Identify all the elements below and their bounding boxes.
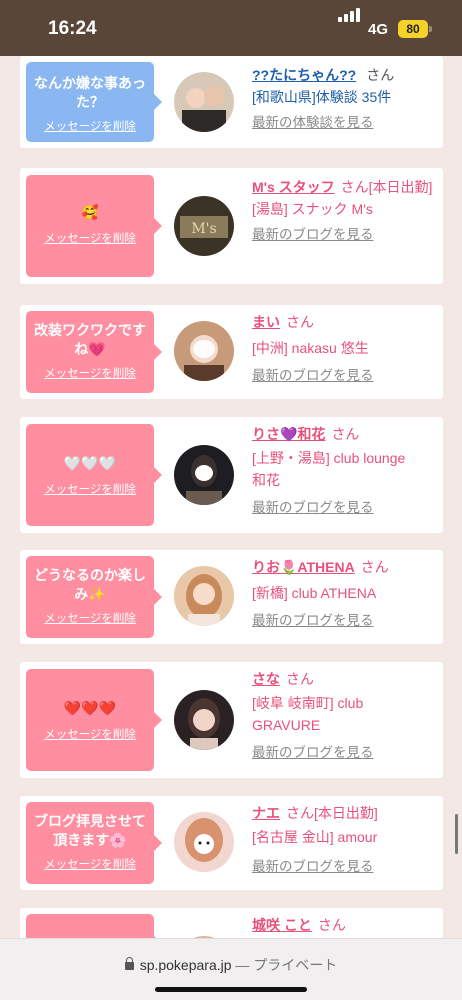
sender-honorific: さん[本日出勤] [286, 805, 378, 821]
network-type: 4G [368, 21, 389, 38]
sender-honorific: さん [331, 426, 360, 442]
browser-address-bar[interactable]: sp.pokepara.jp — プライベート [0, 938, 462, 1000]
delete-message-link[interactable]: メッセージを削除 [26, 118, 154, 134]
sender-name-link[interactable]: ??たにちゃん?? [252, 67, 356, 83]
message-bubble: 改装ワクワクですね💗 メッセージを削除 [26, 311, 162, 393]
message-bubble [26, 914, 162, 938]
latest-post-link[interactable]: 最新のブログを見る [252, 610, 440, 632]
avatar[interactable] [174, 690, 234, 750]
sender-honorific: さん [286, 314, 314, 330]
sender-name-link[interactable]: 城咲 こと [252, 917, 312, 933]
message-bubble: どうなるのか楽しみ✨ メッセージを削除 [26, 556, 162, 638]
latest-post-link[interactable]: 最新のブログを見る [252, 497, 440, 519]
message-text: 改装ワクワクですね💗 [34, 322, 146, 357]
sender-info: りさ💜和花 さん [上野・湯島] club lounge 和花 最新のブログを見る [252, 423, 440, 519]
delete-message-link[interactable]: メッセージを削除 [26, 230, 154, 246]
home-indicator[interactable] [155, 987, 307, 992]
message-bubble: ❤️❤️❤️ メッセージを削除 [26, 669, 162, 771]
latest-post-link[interactable]: 最新の体験談を見る [252, 112, 440, 134]
message-card: なんか嫌な事あった？ メッセージを削除 ??たにちゃん?? さん [和歌山県]体験… [20, 56, 443, 148]
battery-icon: 80 [398, 20, 428, 38]
avatar[interactable] [174, 321, 234, 381]
sender-detail: [和歌山県]体験談 35件 [252, 89, 392, 105]
status-bar: 16:24 4G 80 [0, 0, 462, 56]
sender-info: さな さん [岐阜 岐南町] club GRAVURE 最新のブログを見る [252, 668, 440, 764]
message-card: 城咲 こと さん [20, 908, 443, 938]
lock-icon [124, 957, 134, 970]
sender-name-link[interactable]: ナエ [252, 805, 280, 821]
delete-message-link[interactable]: メッセージを削除 [26, 481, 154, 497]
message-bubble: なんか嫌な事あった？ メッセージを削除 [26, 62, 162, 142]
latest-post-link[interactable]: 最新のブログを見る [252, 224, 440, 246]
message-bubble: ブログ拝見させて頂きます🌸 メッセージを削除 [26, 802, 162, 884]
sender-honorific: さん [317, 917, 346, 933]
url-row[interactable]: sp.pokepara.jp — プライベート [0, 955, 462, 975]
sender-name-link[interactable]: りお🌷ATHENA [252, 559, 355, 575]
message-text: どうなるのか楽しみ✨ [34, 567, 146, 602]
sender-name-link[interactable]: さな [252, 671, 280, 687]
message-feed[interactable]: なんか嫌な事あった？ メッセージを削除 ??たにちゃん?? さん [和歌山県]体験… [0, 56, 462, 938]
delete-message-link[interactable]: メッセージを削除 [26, 726, 154, 742]
private-mode-label: プライベート [253, 957, 338, 973]
sender-name-link[interactable]: M's スタッフ [252, 179, 335, 195]
sender-detail: [新橋] club ATHENA [252, 585, 377, 601]
scroll-indicator[interactable] [455, 814, 458, 854]
delete-message-link[interactable]: メッセージを削除 [26, 856, 154, 872]
sender-info: 城咲 こと さん [252, 914, 440, 936]
message-card: 🤍🤍🤍 メッセージを削除 りさ💜和花 さん [上野・湯島] club lounge… [20, 417, 443, 533]
sender-detail: [名古屋 金山] amour [252, 829, 378, 845]
message-card: 🥰 メッセージを削除 M's M's スタッフ さん[本日出勤] [湯島] スナッ… [20, 168, 443, 284]
sender-info: りお🌷ATHENA さん [新橋] club ATHENA 最新のブログを見る [252, 556, 440, 632]
message-text: ❤️❤️❤️ [63, 700, 117, 716]
battery-tip [429, 26, 432, 32]
sender-info: まい さん [中洲] nakasu 悠生 最新のブログを見る [252, 311, 440, 387]
sender-honorific: さん[本日出勤] [340, 179, 433, 195]
sender-info: ナエ さん[本日出勤] [名古屋 金山] amour 最新のブログを見る [252, 802, 440, 878]
sender-detail: [中洲] nakasu 悠生 [252, 340, 369, 356]
message-bubble: 🤍🤍🤍 メッセージを削除 [26, 424, 162, 526]
sender-detail-continued: 和花 [252, 472, 280, 488]
message-text: 🥰 [81, 204, 99, 220]
message-card: 改装ワクワクですね💗 メッセージを削除 まい さん [中洲] nakasu 悠生 … [20, 305, 443, 399]
message-text: ブログ拝見させて頂きます🌸 [34, 813, 146, 848]
latest-post-link[interactable]: 最新のブログを見る [252, 365, 440, 387]
sender-honorific: さん [360, 559, 389, 575]
clock: 16:24 [48, 18, 97, 39]
url-text: sp.pokepara.jp [139, 957, 232, 973]
message-card: ❤️❤️❤️ メッセージを削除 さな さん [岐阜 岐南町] club GRAVU… [20, 662, 443, 778]
latest-post-link[interactable]: 最新のブログを見る [252, 742, 440, 764]
avatar[interactable] [174, 812, 234, 872]
avatar[interactable] [174, 72, 234, 132]
avatar[interactable]: M's [174, 196, 234, 256]
url-separator: — [231, 957, 254, 973]
sender-info: ??たにちゃん?? さん [和歌山県]体験談 35件 最新の体験談を見る [252, 64, 440, 134]
message-text: 🤍🤍🤍 [63, 455, 117, 471]
latest-post-link[interactable]: 最新のブログを見る [252, 856, 440, 878]
sender-name-link[interactable]: まい [252, 314, 280, 330]
message-bubble: 🥰 メッセージを削除 [26, 175, 162, 277]
avatar[interactable] [174, 566, 234, 626]
sender-name-link[interactable]: りさ💜和花 [252, 426, 325, 442]
avatar[interactable] [174, 445, 234, 505]
sender-info: M's スタッフ さん[本日出勤] [湯島] スナック M's 最新のブログを見る [252, 176, 440, 246]
message-card: ブログ拝見させて頂きます🌸 メッセージを削除 ナエ さん[本日出勤] [名古屋 金… [20, 796, 443, 890]
sender-detail: [岐阜 岐南町] club [252, 695, 364, 711]
message-card: どうなるのか楽しみ✨ メッセージを削除 りお🌷ATHENA さん [新橋] clu… [20, 550, 443, 644]
message-text: なんか嫌な事あった？ [34, 75, 146, 110]
sender-detail: [湯島] スナック M's [252, 201, 373, 217]
svg-text:M's: M's [191, 221, 216, 237]
delete-message-link[interactable]: メッセージを削除 [26, 365, 154, 381]
sender-honorific: さん [286, 671, 314, 687]
delete-message-link[interactable]: メッセージを削除 [26, 610, 154, 626]
sender-honorific: さん [366, 67, 395, 83]
sender-detail-continued: GRAVURE [252, 717, 321, 733]
sender-detail: [上野・湯島] club lounge [252, 450, 406, 466]
